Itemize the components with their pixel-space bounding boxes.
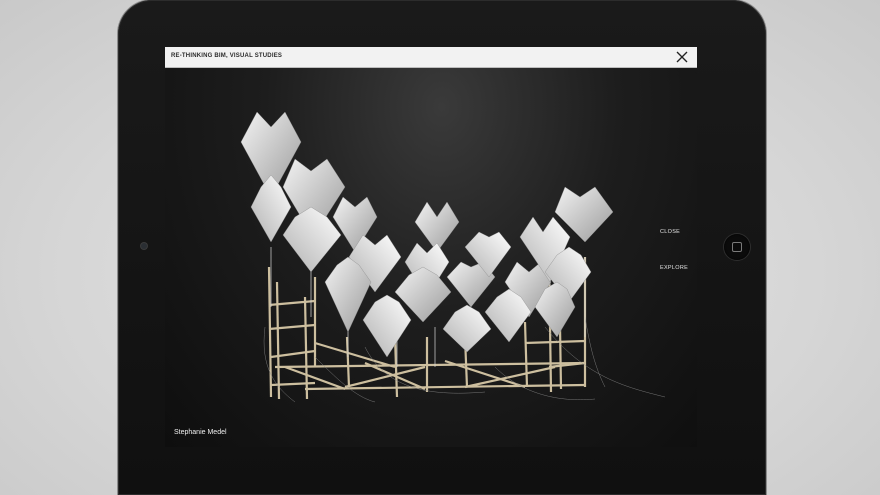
home-square-icon — [732, 242, 742, 252]
title-bar: RE-THINKING BIM, VISUAL STUDIES — [165, 47, 697, 68]
artist-caption: Stephanie Medel — [174, 429, 227, 436]
close-icon[interactable] — [675, 50, 689, 64]
explore-link[interactable]: EXPLORE — [660, 265, 688, 271]
app-screen: RE-THINKING BIM, VISUAL STUDIES CLOSE EX… — [165, 47, 697, 447]
close-link[interactable]: CLOSE — [660, 229, 680, 235]
home-button[interactable] — [724, 234, 750, 260]
window-title: RE-THINKING BIM, VISUAL STUDIES — [171, 53, 283, 59]
camera-icon — [141, 243, 147, 249]
origami-installation-image — [240, 111, 666, 403]
